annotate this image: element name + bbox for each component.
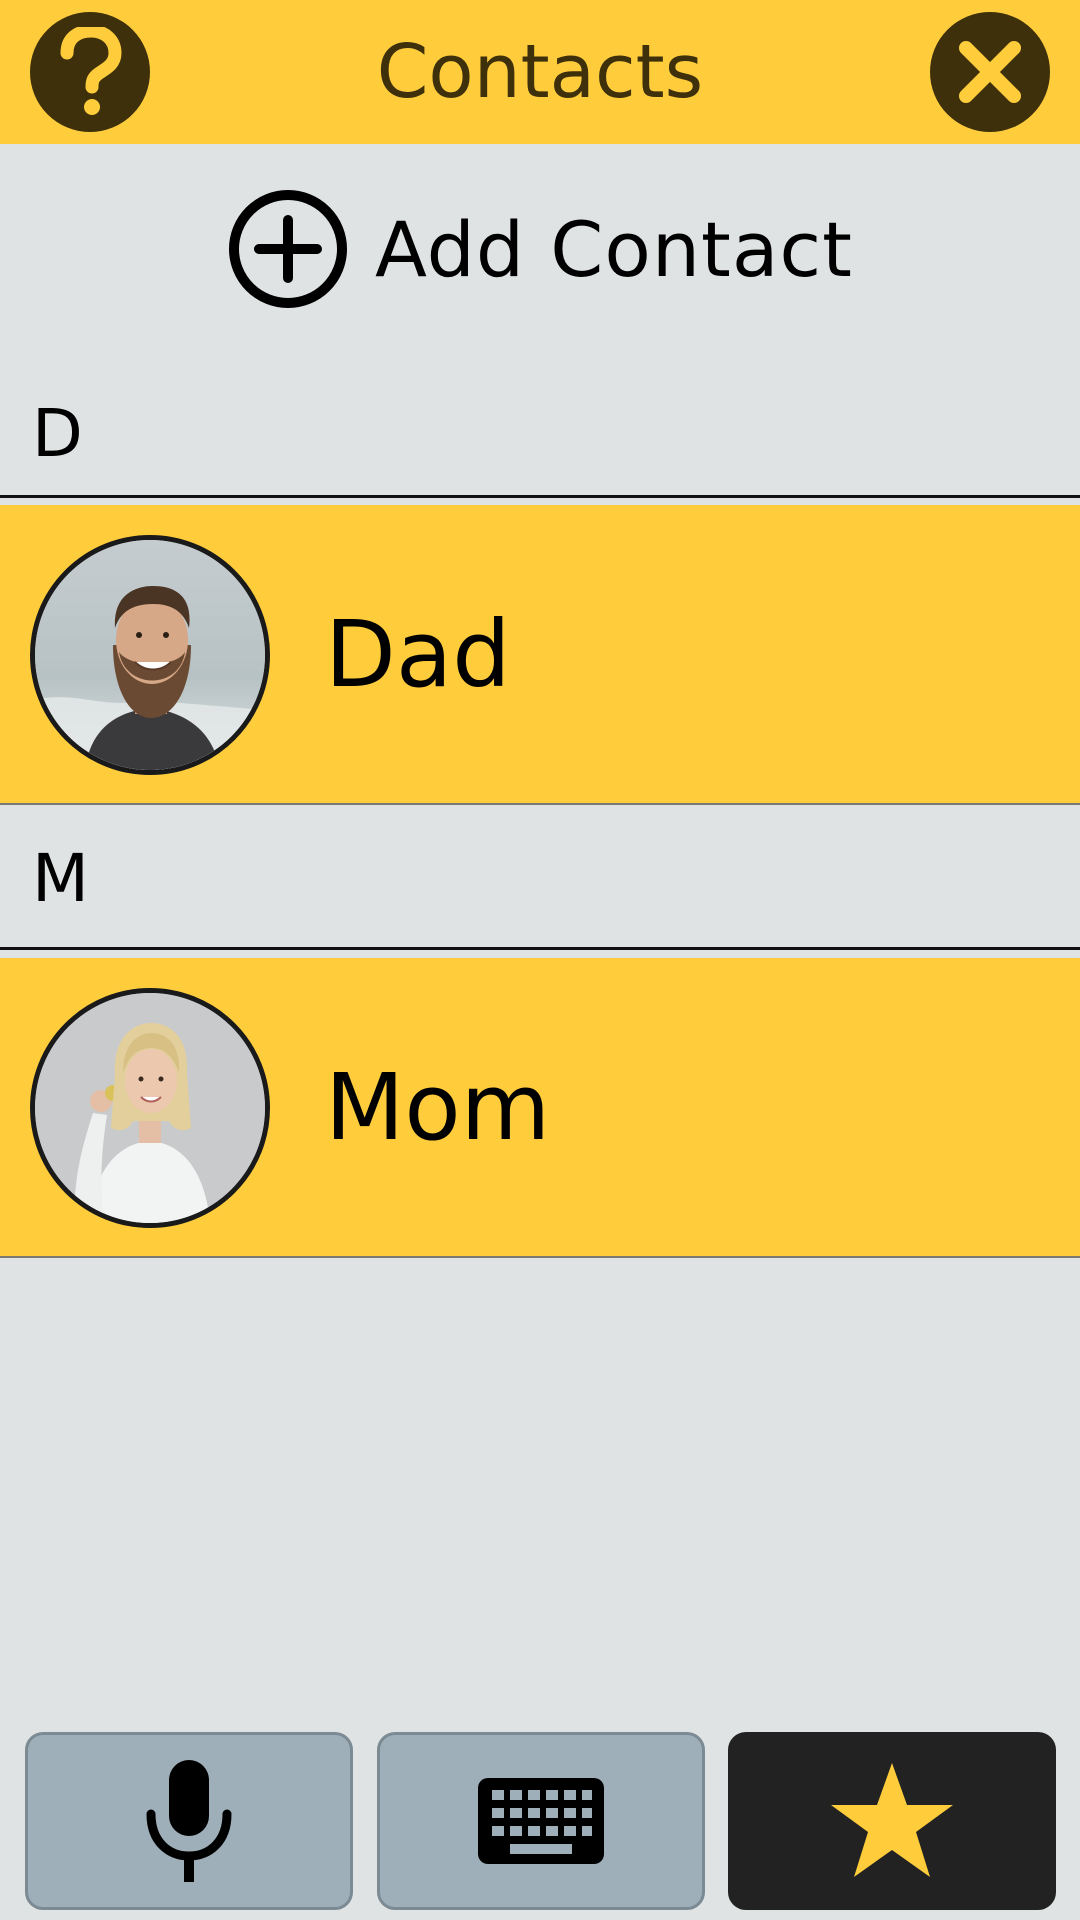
- section-header-d: D: [0, 370, 1080, 498]
- add-contact-label: Add Contact: [375, 204, 853, 294]
- keyboard-input-button[interactable]: [377, 1732, 705, 1910]
- favorites-button[interactable]: [728, 1732, 1056, 1910]
- star-icon: [831, 1763, 953, 1877]
- question-mark-icon: [60, 27, 122, 115]
- contact-row-dad[interactable]: Dad: [0, 505, 1080, 805]
- close-button[interactable]: [930, 12, 1050, 132]
- contact-name: Dad: [325, 601, 511, 708]
- microphone-icon: [146, 1760, 232, 1882]
- bearded-man-photo: [35, 540, 265, 770]
- plus-circle-icon: [229, 190, 347, 308]
- section-header-m: M: [0, 808, 1080, 950]
- header-bar: Contacts: [0, 0, 1080, 144]
- page-title: Contacts: [376, 29, 704, 115]
- contact-name: Mom: [325, 1054, 551, 1161]
- contact-row-mom[interactable]: Mom: [0, 958, 1080, 1258]
- blonde-woman-photo: [35, 993, 265, 1223]
- help-button[interactable]: [30, 12, 150, 132]
- avatar: [30, 988, 270, 1228]
- close-x-icon: [959, 41, 1021, 103]
- avatar: [30, 535, 270, 775]
- add-contact-button[interactable]: Add Contact: [0, 144, 1080, 354]
- voice-input-button[interactable]: [25, 1732, 353, 1910]
- keyboard-icon: [478, 1778, 604, 1864]
